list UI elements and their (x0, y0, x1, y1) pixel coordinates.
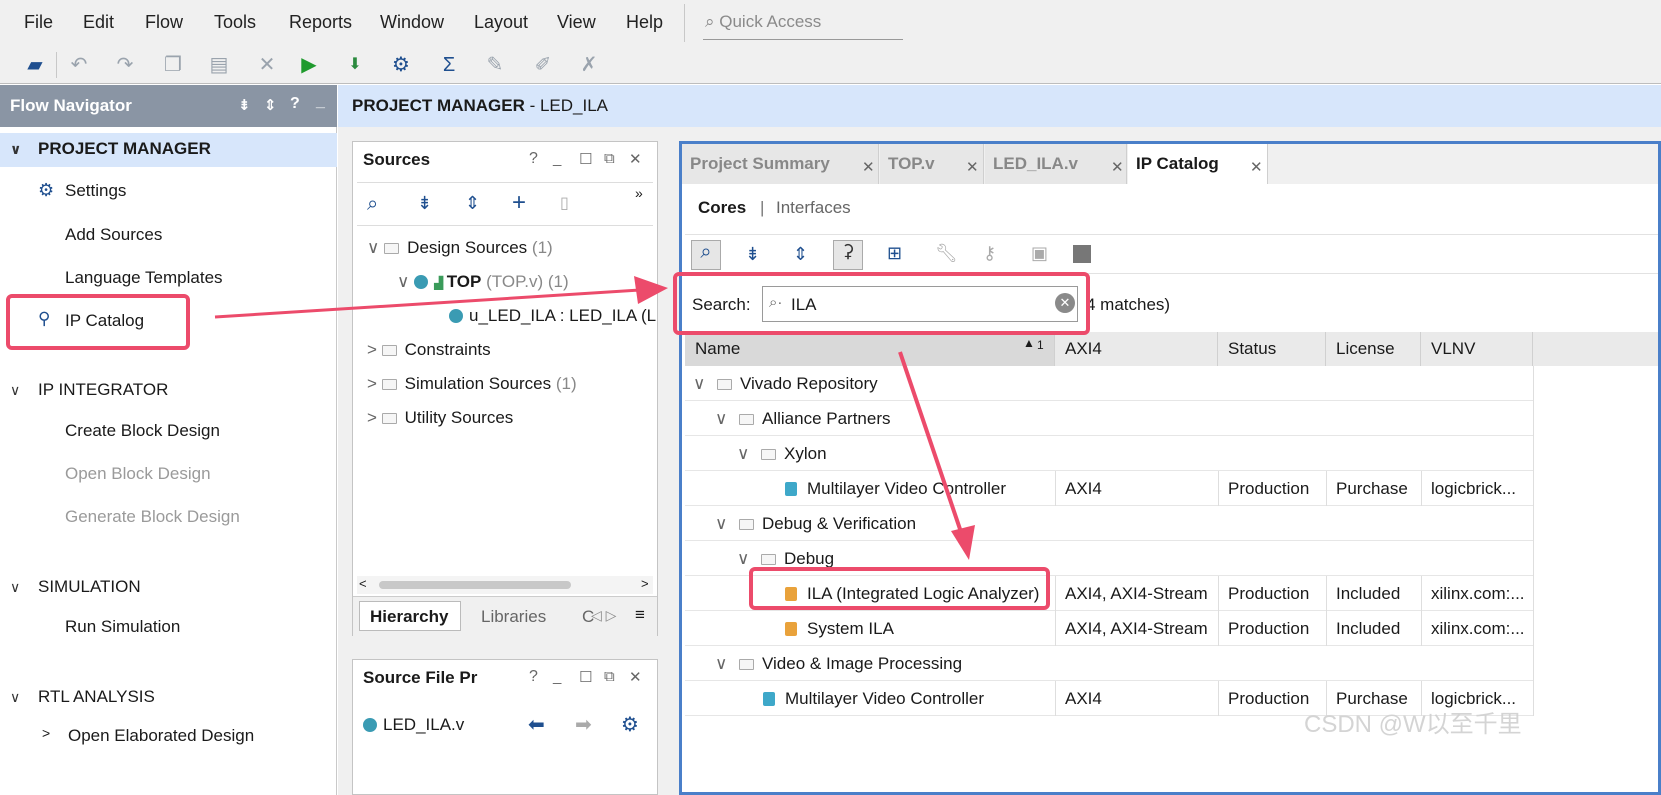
annotation-arrows (214, 276, 975, 560)
arrow-line-2 (898, 351, 964, 536)
arrow-line-1 (214, 288, 641, 319)
watermark: CSDN @W以至千里 (1304, 711, 1522, 738)
arrow-head-2 (951, 525, 975, 560)
arrow-head-1 (634, 276, 668, 304)
